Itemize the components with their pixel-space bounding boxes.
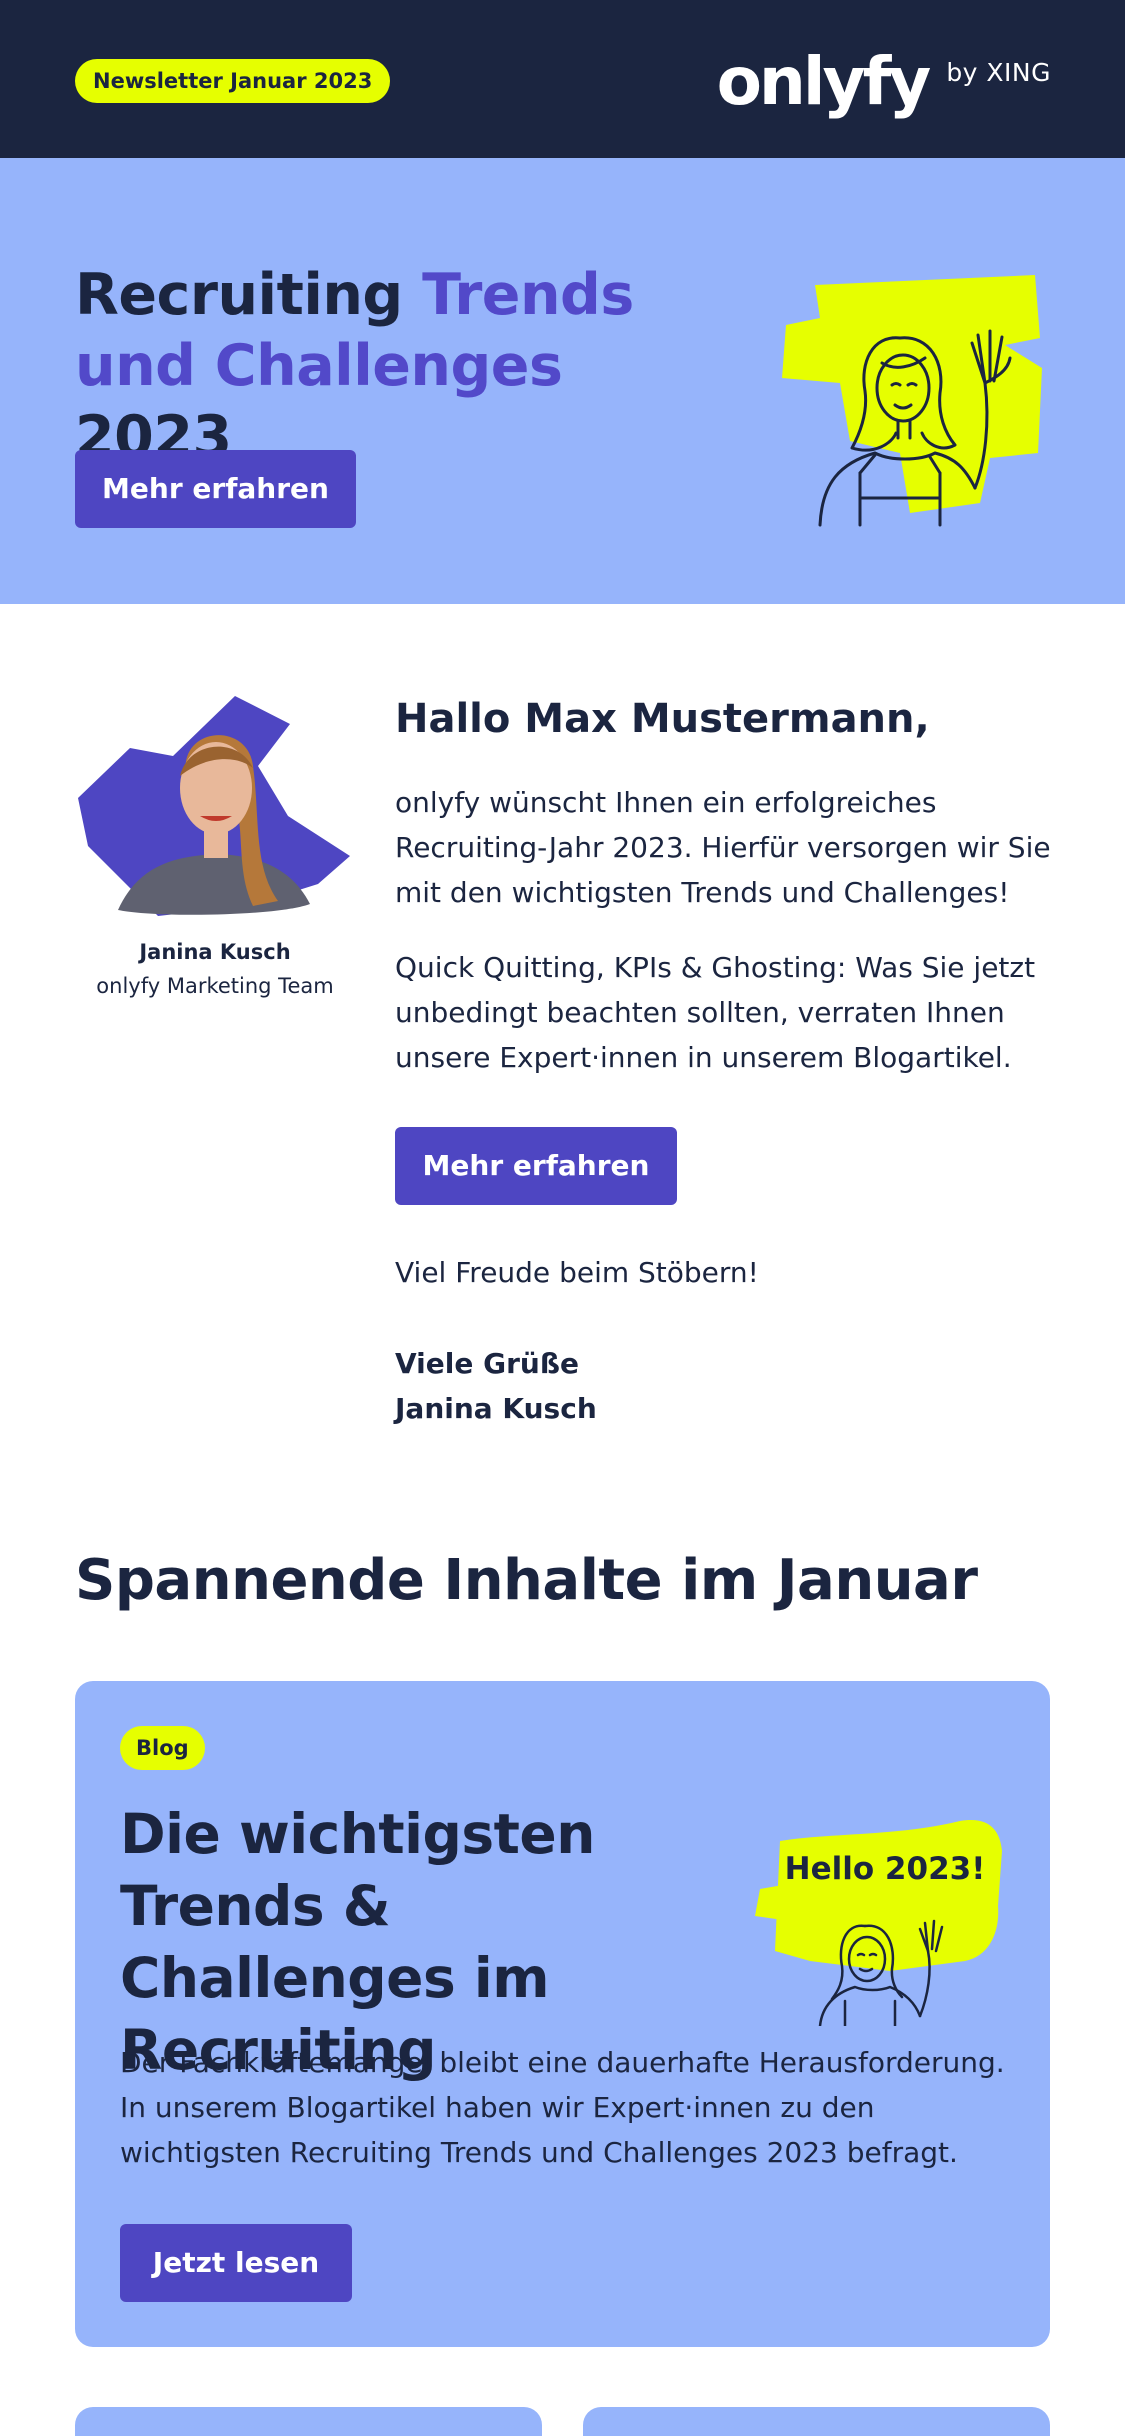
author-team: onlyfy Marketing Team	[96, 974, 334, 998]
closing-text: Viel Freude beim Stöbern!	[395, 1256, 759, 1289]
read-now-button[interactable]: Jetzt lesen	[120, 2224, 352, 2302]
newsletter-date-badge: Newsletter Januar 2023	[75, 59, 391, 103]
intro-section: Janina Kusch onlyfy Marketing Team Hallo…	[0, 604, 1125, 1504]
intro-more-button[interactable]: Mehr erfahren	[395, 1127, 677, 1205]
author-name: Janina Kusch	[139, 940, 291, 964]
hero-more-button[interactable]: Mehr erfahren	[75, 450, 356, 528]
hello-2023-label: Hello 2023!	[784, 1851, 986, 1887]
hero-banner: Recruiting Trends und Challenges 2023 Me…	[0, 158, 1125, 604]
hero-title-part1: Recruiting	[75, 262, 423, 328]
blog-tag: Blog	[120, 1726, 205, 1770]
logo-by-xing: by XING	[946, 58, 1051, 87]
greeting: Hallo Max Mustermann,	[395, 696, 930, 742]
newsletter-header: Newsletter Januar 2023 onlyfy by XING	[0, 0, 1125, 158]
logo-wordmark: onlyfy	[716, 43, 932, 120]
signature: Viele Grüße Janina Kusch	[395, 1341, 597, 1431]
signature-name: Janina Kusch	[395, 1392, 597, 1425]
blog-card: Blog Die wichtigsten Trends & Challenges…	[75, 1681, 1050, 2347]
waving-woman-illustration	[782, 275, 1042, 527]
signature-greeting: Viele Grüße	[395, 1347, 579, 1380]
content-card-left[interactable]	[75, 2407, 542, 2436]
hello-2023-illustration: Hello 2023!	[750, 1811, 1010, 2026]
section-title: Spannende Inhalte im Januar	[75, 1548, 978, 1613]
intro-paragraph-2: Quick Quitting, KPIs & Ghosting: Was Sie…	[395, 951, 1036, 1074]
content-card-right[interactable]	[583, 2407, 1050, 2436]
onlyfy-logo[interactable]: onlyfy by XING	[717, 44, 1051, 120]
hello-2023-illustration-graphic	[755, 1820, 1002, 2026]
intro-paragraph-1: onlyfy wünscht Ihnen ein erfolgreiches R…	[395, 786, 1051, 909]
blog-card-text: Der Fachkräftemangel bleibt eine dauerha…	[120, 2046, 1005, 2169]
hero-title: Recruiting Trends und Challenges 2023	[75, 260, 715, 473]
author-avatar	[78, 696, 350, 916]
